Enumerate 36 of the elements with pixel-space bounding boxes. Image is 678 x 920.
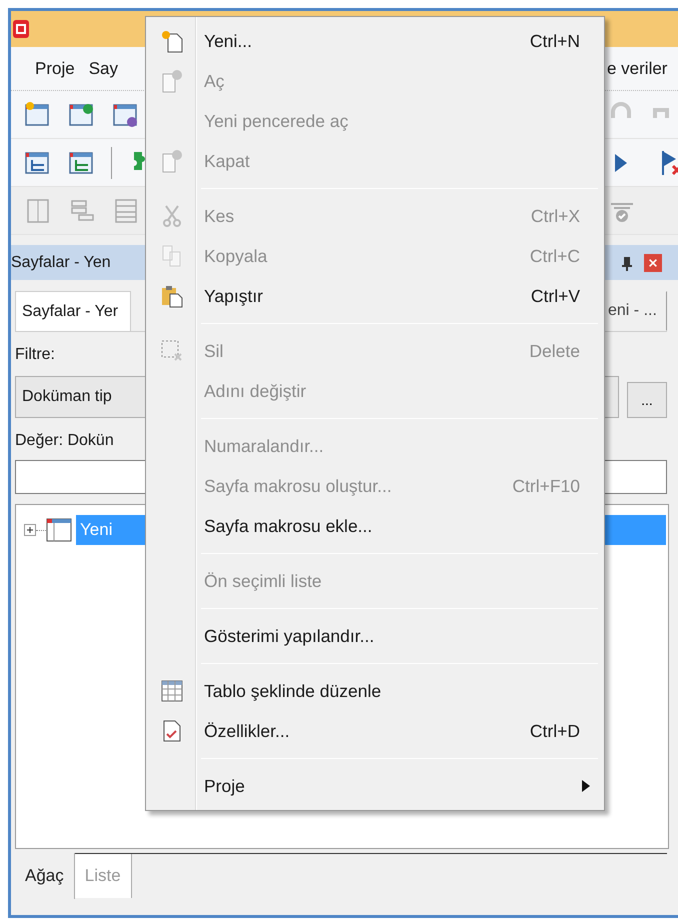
shortcut-label: Ctrl+X [530, 206, 581, 226]
menu-item[interactable]: Özellikler... [196, 720, 290, 742]
panel-title: Sayfalar - Yen [11, 254, 111, 272]
menu-item[interactable]: Say [88, 58, 132, 78]
menu-item[interactable]: Proje [11, 58, 89, 78]
document-icon [160, 69, 184, 93]
close-icon [648, 258, 658, 268]
delete-selection-icon [160, 339, 184, 363]
menu-item[interactable]: Yeni... [196, 30, 252, 52]
menu-item[interactable]: e veriler [607, 58, 678, 78]
menu-item[interactable]: Sayfa makrosu ekle... [196, 516, 372, 536]
shortcut-label: Delete [529, 340, 581, 362]
shortcut-label: Ctrl+V [530, 286, 581, 306]
value-label: Değer: Dokün [15, 432, 114, 451]
app-logo-icon [13, 18, 29, 40]
shortcut-label: Ctrl+N [530, 30, 581, 52]
bottom-tab[interactable]: Ağaç [15, 853, 75, 899]
expand-icon[interactable] [24, 524, 36, 536]
shortcut-label: Ctrl+C [530, 246, 581, 266]
new-document-icon [160, 29, 184, 53]
window-icon [46, 518, 72, 542]
table-icon [160, 679, 184, 703]
filter-label: Filtre: [15, 346, 55, 365]
menu-item[interactable]: Tablo şeklinde düzenle [196, 680, 382, 702]
close-button[interactable] [644, 254, 662, 272]
menu-item[interactable]: Gösterimi yapılandır... [196, 626, 374, 646]
menu-item[interactable]: Yapıştır [196, 286, 264, 306]
document-icon [160, 149, 184, 173]
shortcut-label: Ctrl+F10 [512, 476, 581, 496]
menu-item[interactable]: Proje [196, 776, 245, 796]
scissors-icon [160, 204, 184, 228]
paste-icon [160, 284, 184, 308]
browse-button[interactable]: ... [627, 382, 667, 418]
shortcut-label: Ctrl+D [530, 720, 581, 742]
pin-icon[interactable] [620, 254, 634, 270]
panel-tab[interactable]: Sayfalar - Yer [15, 291, 132, 331]
